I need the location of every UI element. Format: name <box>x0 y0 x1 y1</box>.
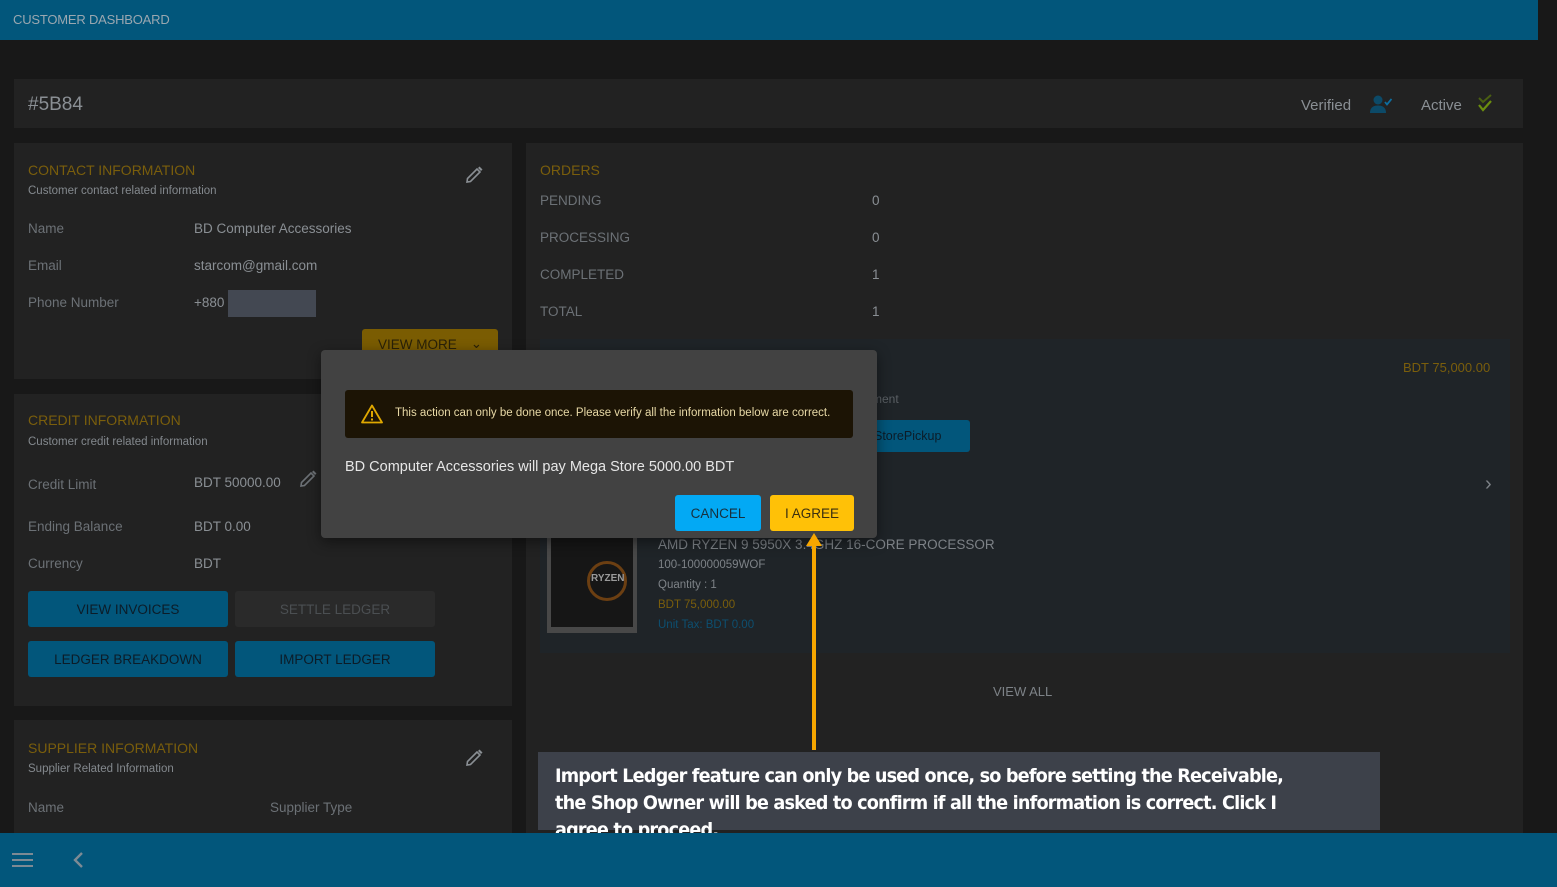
completed-value: 1 <box>872 267 880 282</box>
ledger-breakdown-button[interactable]: LEDGER BREAKDOWN <box>28 641 228 677</box>
processing-label: PROCESSING <box>540 230 631 245</box>
annotation-text: Import Ledger feature can only be used o… <box>555 765 1284 841</box>
contact-phone-value: +880 <box>194 295 225 310</box>
warning-icon <box>361 404 383 424</box>
credit-limit-value: BDT 50000.00 <box>194 475 281 490</box>
top-app-bar: CUSTOMER DASHBOARD <box>0 0 1538 40</box>
supplier-section-title: SUPPLIER INFORMATION <box>28 740 199 756</box>
view-all-link[interactable]: VIEW ALL <box>993 684 1052 699</box>
settle-ledger-button[interactable]: SETTLE LEDGER <box>235 591 435 627</box>
supplier-information-card: SUPPLIER INFORMATION Supplier Related In… <box>14 720 512 833</box>
contact-name-label: Name <box>28 221 65 236</box>
annotation-callout: Import Ledger feature can only be used o… <box>538 752 1380 841</box>
active-label: Active <box>1421 97 1462 114</box>
i-agree-button[interactable]: I AGREE <box>770 495 854 531</box>
confirm-message: BD Computer Accessories will pay Mega St… <box>345 459 735 475</box>
supplier-section-subtitle: Supplier Related Information <box>28 763 174 775</box>
warning-alert: This action can only be done once. Pleas… <box>345 390 853 438</box>
credit-section-title: CREDIT INFORMATION <box>28 412 181 428</box>
contact-section-subtitle: Customer contact related information <box>28 185 217 197</box>
processing-value: 0 <box>872 230 880 245</box>
edit-supplier-icon[interactable] <box>464 748 484 768</box>
import-ledger-confirm-dialog: This action can only be done once. Pleas… <box>321 350 877 538</box>
currency-label: Currency <box>28 556 83 571</box>
import-ledger-button[interactable]: IMPORT LEDGER <box>235 641 435 677</box>
verified-label: Verified <box>1301 97 1352 114</box>
view-invoices-button[interactable]: VIEW INVOICES <box>28 591 228 627</box>
order-total: BDT 75,000.00 <box>1403 360 1491 375</box>
ending-balance-value: BDT 0.00 <box>194 519 251 534</box>
product-quantity: Quantity : 1 <box>658 579 717 591</box>
contact-information-card: CONTACT INFORMATION Customer contact rel… <box>14 143 512 379</box>
redacted-phone-block <box>228 290 316 317</box>
contact-email-label: Email <box>28 258 62 273</box>
contact-section-title: CONTACT INFORMATION <box>28 162 196 178</box>
product-unit-tax: Unit Tax: BDT 0.00 <box>658 619 755 631</box>
delivery-method-text: StorePickup <box>874 429 942 443</box>
total-label: TOTAL <box>540 304 583 319</box>
hamburger-menu-icon[interactable] <box>12 852 33 868</box>
ending-balance-label: Ending Balance <box>28 519 123 534</box>
back-chevron-icon[interactable] <box>72 851 84 869</box>
annotation-arrow-line <box>812 545 816 750</box>
currency-value: BDT <box>194 556 221 571</box>
contact-phone-label: Phone Number <box>28 295 119 310</box>
pending-label: PENDING <box>540 193 602 208</box>
product-name: AMD RYZEN 9 5950X 3.4GHZ 16-CORE PROCESS… <box>658 537 995 552</box>
orders-title: ORDERS <box>540 162 600 178</box>
product-sku: 100-100000059WOF <box>658 559 766 571</box>
double-check-icon <box>1478 94 1492 112</box>
product-image: RYZEN <box>547 531 637 633</box>
completed-label: COMPLETED <box>540 267 625 282</box>
customer-id: #5B84 <box>28 94 83 115</box>
customer-header: #5B84 Verified Active <box>14 79 1523 128</box>
next-order-chevron-icon[interactable]: › <box>1485 473 1492 496</box>
credit-limit-label: Credit Limit <box>28 477 97 492</box>
total-value: 1 <box>872 304 880 319</box>
credit-section-subtitle: Customer credit related information <box>28 436 208 448</box>
contact-name-value: BD Computer Accessories <box>194 221 352 236</box>
edit-credit-limit-icon[interactable] <box>298 469 318 489</box>
product-image-brand: RYZEN <box>591 573 625 584</box>
bottom-nav-bar <box>0 833 1557 887</box>
app-title: CUSTOMER DASHBOARD <box>13 12 170 27</box>
edit-contact-icon[interactable] <box>464 165 484 185</box>
contact-email-value: starcom@gmail.com <box>194 258 318 273</box>
verified-user-icon <box>1370 95 1392 113</box>
supplier-name-column: Name <box>28 800 65 815</box>
pending-value: 0 <box>872 193 880 208</box>
supplier-type-column: Supplier Type <box>270 800 353 815</box>
cancel-button[interactable]: CANCEL <box>675 495 761 531</box>
product-price: BDT 75,000.00 <box>658 599 736 611</box>
warning-message: This action can only be done once. Pleas… <box>395 407 831 419</box>
